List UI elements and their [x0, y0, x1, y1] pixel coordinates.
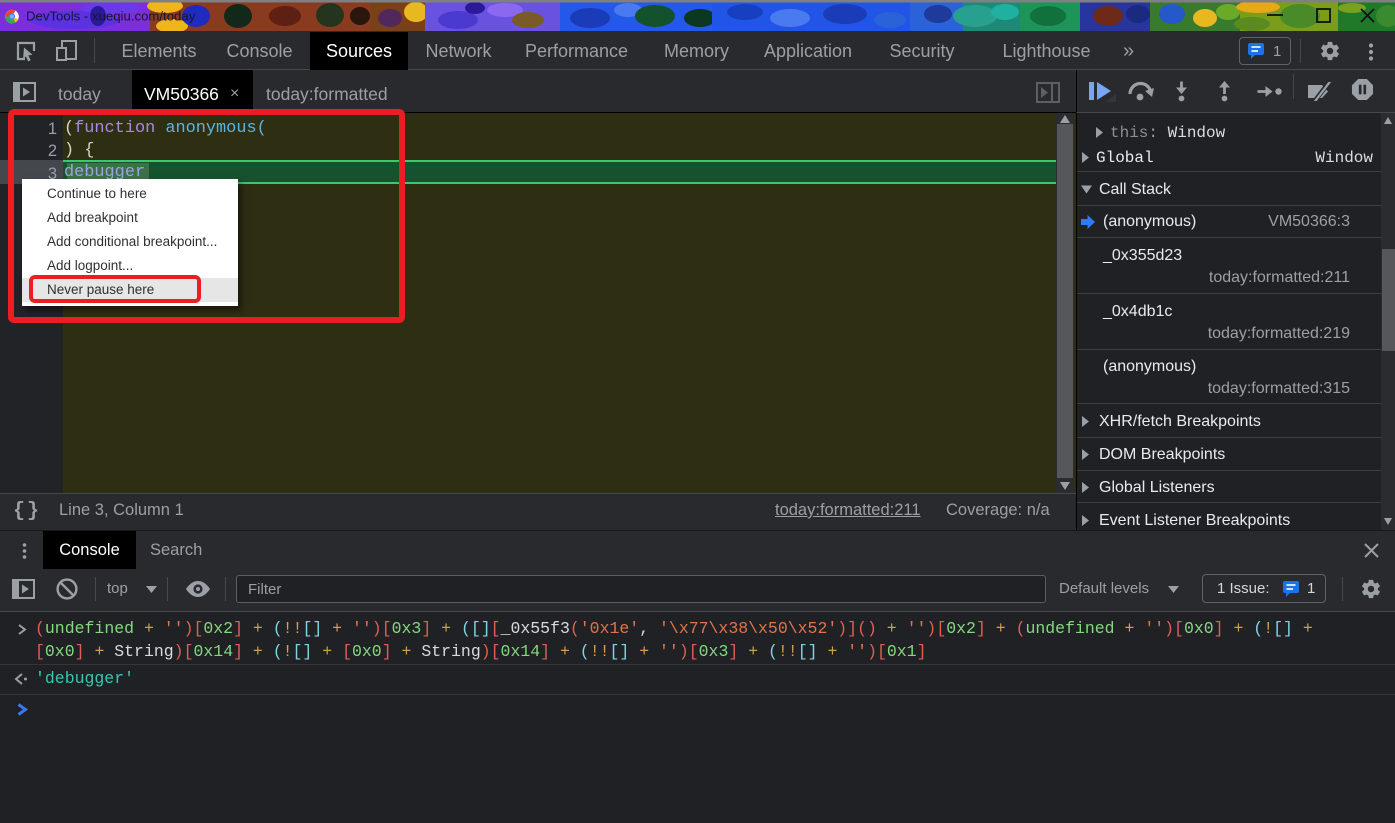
svg-text:DevTools - xueqiu.com/today: DevTools - xueqiu.com/today — [26, 9, 196, 24]
